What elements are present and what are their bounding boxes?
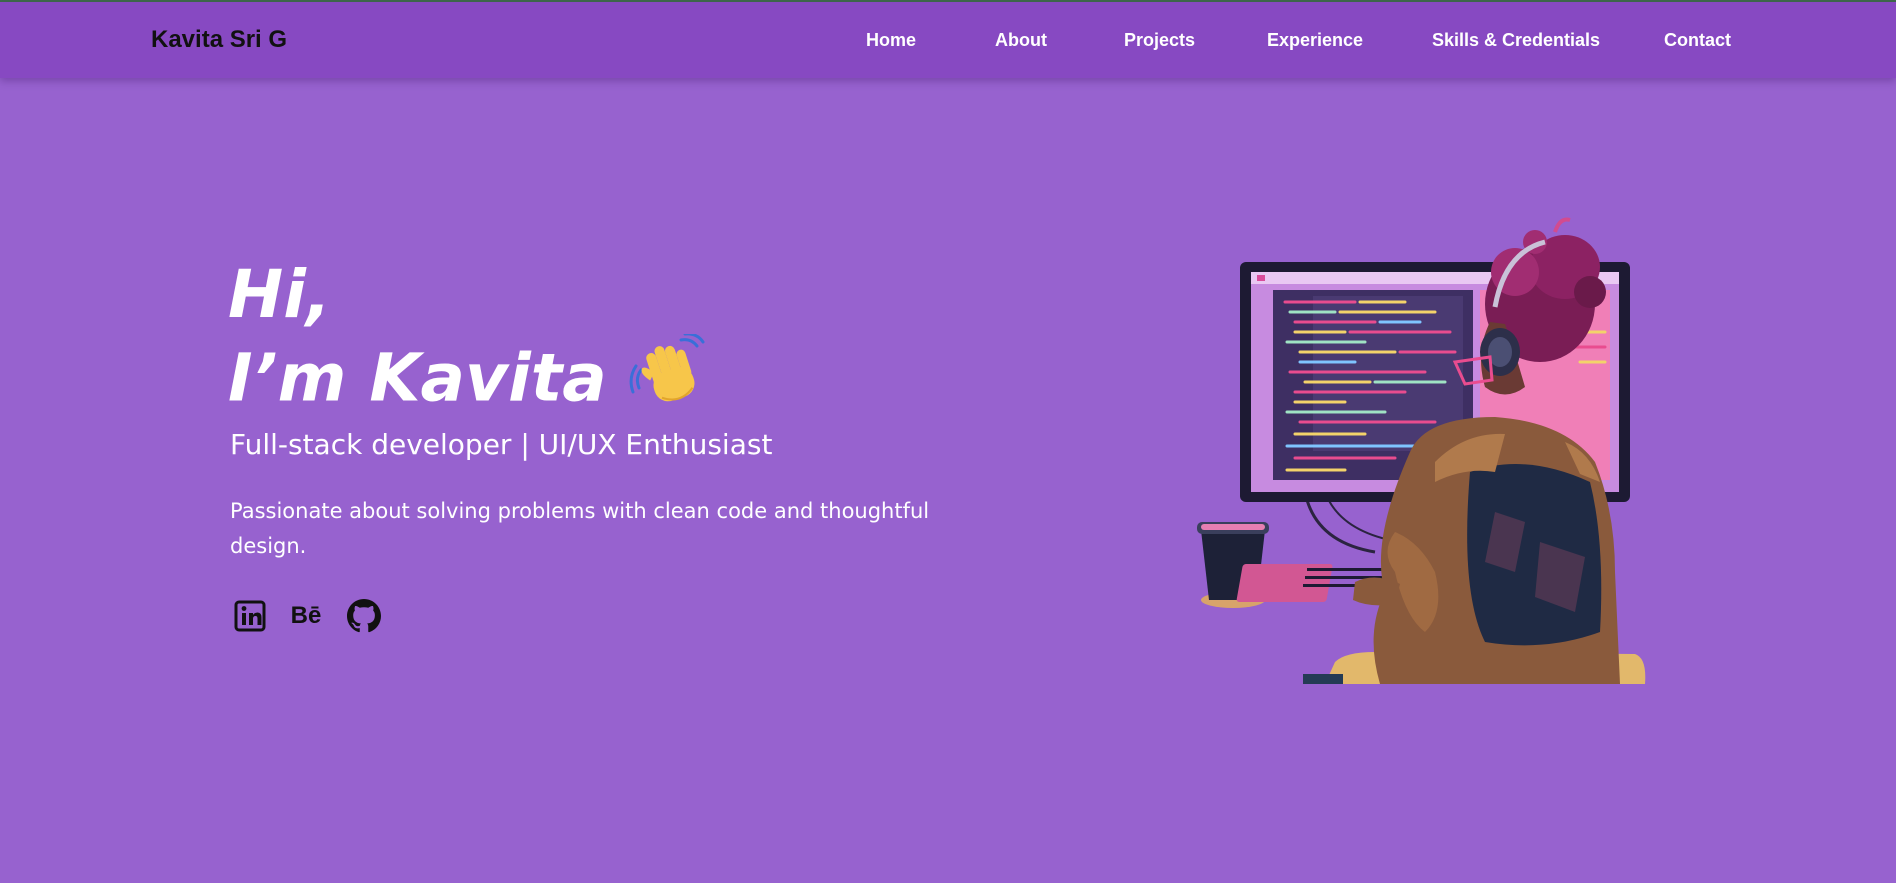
greeting-line-2: I’m Kavita: [228, 332, 709, 431]
waving-hand-icon: [629, 332, 709, 431]
hero-subtitle: Full-stack developer | UI/UX Enthusiast: [230, 428, 773, 461]
greeting-name: I’m Kavita: [228, 339, 607, 417]
navbar: Kavita Sri G Home About Projects Experie…: [0, 2, 1896, 78]
nav-contact[interactable]: Contact: [1664, 30, 1731, 51]
nav-skills-credentials[interactable]: Skills & Credentials: [1432, 30, 1600, 51]
nav-home[interactable]: Home: [866, 30, 916, 51]
behance-icon[interactable]: Bē: [288, 598, 324, 634]
linkedin-icon[interactable]: [232, 598, 268, 634]
greeting-line-1: Hi,: [228, 256, 331, 333]
hero-description: Passionate about solving problems with c…: [230, 499, 930, 558]
developer-at-computer-illustration: [1195, 212, 1655, 688]
nav-experience[interactable]: Experience: [1267, 30, 1363, 51]
brand-name[interactable]: Kavita Sri G: [151, 26, 287, 54]
github-icon[interactable]: [346, 598, 382, 634]
hero-heading: Hi, I’m Kavita: [228, 256, 709, 431]
nav-projects[interactable]: Projects: [1124, 30, 1195, 51]
nav-about[interactable]: About: [995, 30, 1047, 51]
